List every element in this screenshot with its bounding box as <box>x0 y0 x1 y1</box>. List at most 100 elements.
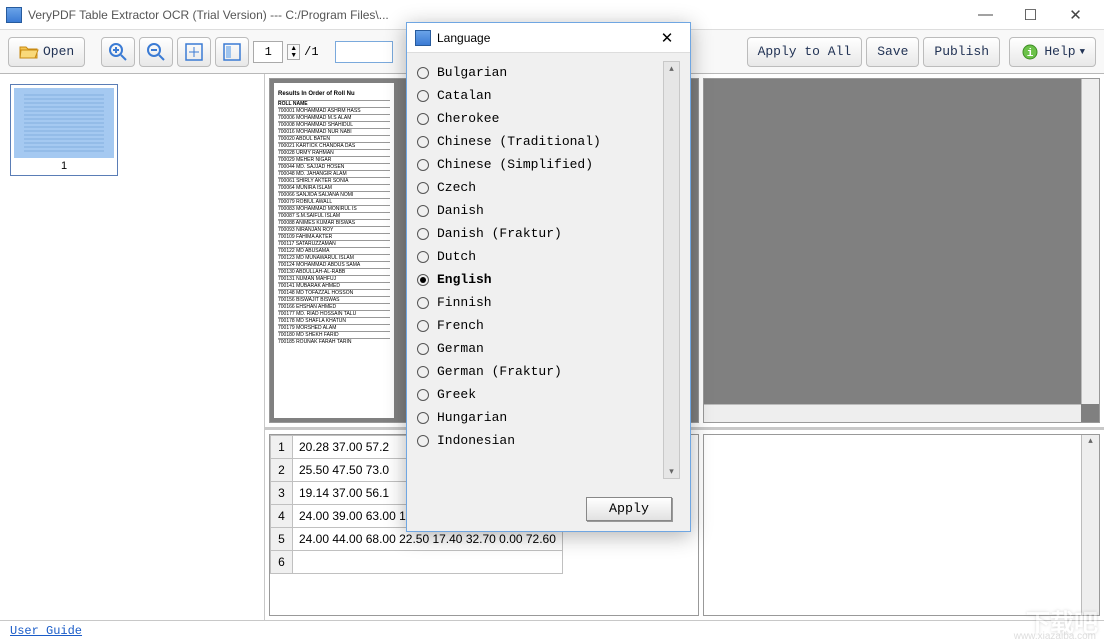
window-title: VeryPDF Table Extractor OCR (Trial Versi… <box>28 8 963 22</box>
language-option[interactable]: English <box>417 268 680 291</box>
grid-vertical-scrollbar[interactable] <box>1081 435 1099 615</box>
save-button[interactable]: Save <box>866 37 919 67</box>
radio-icon <box>417 412 429 424</box>
language-option[interactable]: Finnish <box>417 291 680 314</box>
doc-row: 700016 MOHAMMAD NUR NABI <box>278 128 390 135</box>
zoom-in-button[interactable] <box>101 37 135 67</box>
data-grid-secondary <box>703 434 1100 616</box>
page-thumbnail[interactable]: 1 <box>10 84 118 176</box>
preview-vertical-scrollbar[interactable] <box>1081 79 1099 404</box>
row-header: 1 <box>271 436 293 459</box>
doc-row: 700044 MD. SAJJAD HOSEN <box>278 163 390 170</box>
doc-row: 700066 SANJIDA SAIJANA NOMI <box>278 191 390 198</box>
app-icon <box>6 7 22 23</box>
radio-icon <box>417 297 429 309</box>
radio-icon <box>417 159 429 171</box>
dialog-title: Language <box>437 31 652 45</box>
layout-button[interactable] <box>215 37 249 67</box>
radio-icon <box>417 366 429 378</box>
doc-row: 700117 SATARUZZAMAN <box>278 240 390 247</box>
help-icon: i <box>1020 42 1040 62</box>
value-input[interactable] <box>335 41 393 63</box>
doc-row: 700028 URMY RAHMAN <box>278 149 390 156</box>
doc-header-row: ROLL NAME <box>278 100 390 107</box>
language-option[interactable]: Czech <box>417 176 680 199</box>
language-option[interactable]: Greek <box>417 383 680 406</box>
row-cell[interactable] <box>293 551 563 574</box>
doc-row: 700166 EHSHAN AHMED <box>278 303 390 310</box>
language-label: Danish (Fraktur) <box>437 226 562 241</box>
publish-label: Publish <box>934 44 989 59</box>
folder-open-icon <box>19 42 39 62</box>
document-page: Results In Order of Roll Nu ROLL NAME 70… <box>274 83 394 418</box>
language-option[interactable]: Danish <box>417 199 680 222</box>
language-option[interactable]: Chinese (Traditional) <box>417 130 680 153</box>
page-number-input[interactable] <box>253 41 283 63</box>
open-button[interactable]: Open <box>8 37 85 67</box>
doc-row: 700180 MD SHEKH FARID <box>278 331 390 338</box>
language-label: Greek <box>437 387 476 402</box>
publish-button[interactable]: Publish <box>923 37 1000 67</box>
close-button[interactable]: ✕ <box>1053 1 1098 29</box>
language-option[interactable]: French <box>417 314 680 337</box>
doc-row: 700122 MD ABUSAMA <box>278 247 390 254</box>
language-dialog: Language ✕ BulgarianCatalan Cherokee Chine… <box>406 22 691 532</box>
page-up-spinner[interactable]: ▲ <box>288 45 299 52</box>
dialog-scrollbar[interactable] <box>663 61 680 479</box>
zoom-in-icon <box>108 42 128 62</box>
doc-row: 700006 MOHAMMAD M.S ALAM <box>278 114 390 121</box>
language-label: Indonesian <box>437 433 515 448</box>
doc-row: 700179 MORSHED ALAM <box>278 324 390 331</box>
language-option[interactable]: Cherokee <box>417 107 680 130</box>
help-button[interactable]: i Help ▼ <box>1009 37 1096 67</box>
fit-button[interactable] <box>177 37 211 67</box>
dialog-title-bar[interactable]: Language ✕ <box>407 23 690 53</box>
doc-row: 700124 MOHAMMAD ABDUS SAMA <box>278 261 390 268</box>
language-option[interactable]: German <box>417 337 680 360</box>
doc-row: 700109 FAHIMA AKTER <box>278 233 390 240</box>
apply-all-button[interactable]: Apply to All <box>747 37 863 67</box>
language-option[interactable]: Bulgarian <box>417 61 680 84</box>
user-guide-link[interactable]: User Guide <box>10 624 82 638</box>
language-option[interactable]: Dutch <box>417 245 680 268</box>
radio-icon <box>417 136 429 148</box>
doc-row: 700087 S.M.SAIFUL ISLAM <box>278 212 390 219</box>
zoom-out-button[interactable] <box>139 37 173 67</box>
apply-all-label: Apply to All <box>758 44 852 59</box>
preview-horizontal-scrollbar[interactable] <box>704 404 1081 422</box>
language-option[interactable]: Chinese (Simplified) <box>417 153 680 176</box>
doc-row: 700131 NUMAN MAHFUJ <box>278 275 390 282</box>
radio-icon <box>417 182 429 194</box>
language-label: Cherokee <box>437 111 499 126</box>
preview-panel <box>703 78 1100 423</box>
maximize-button[interactable]: ☐ <box>1008 1 1053 29</box>
page-down-spinner[interactable]: ▼ <box>288 52 299 59</box>
radio-icon <box>417 320 429 332</box>
thumbnail-page-number: 1 <box>14 160 114 172</box>
dialog-close-button[interactable]: ✕ <box>652 29 682 47</box>
doc-row: 700029 MEHER NIGAR <box>278 156 390 163</box>
language-option[interactable]: Danish (Fraktur) <box>417 222 680 245</box>
layout-icon <box>222 42 242 62</box>
language-list: BulgarianCatalan Cherokee Chinese (Traditi… <box>417 61 680 452</box>
language-option[interactable]: German (Fraktur) <box>417 360 680 383</box>
language-option[interactable]: Catalan <box>417 84 680 107</box>
radio-icon <box>417 251 429 263</box>
language-label: Chinese (Simplified) <box>437 157 593 172</box>
doc-row: 700178 MD SHAFLA KHATUN <box>278 317 390 324</box>
minimize-button[interactable]: — <box>963 1 1008 29</box>
language-label: German (Fraktur) <box>437 364 562 379</box>
radio-icon <box>417 274 429 286</box>
language-option[interactable]: Hungarian <box>417 406 680 429</box>
dialog-apply-button[interactable]: Apply <box>586 497 672 521</box>
language-label: French <box>437 318 484 333</box>
language-label: Dutch <box>437 249 476 264</box>
radio-icon <box>417 228 429 240</box>
doc-row: 700020 ABDUL BATEN <box>278 135 390 142</box>
language-label: Chinese (Traditional) <box>437 134 601 149</box>
language-option[interactable]: Indonesian <box>417 429 680 452</box>
table-row[interactable]: 6 <box>271 551 563 574</box>
doc-row: 700148 MD TOFAZZAL HOSSON <box>278 289 390 296</box>
doc-row: 700123 MD MUNAWARUL ISLAM <box>278 254 390 261</box>
thumbnail-image <box>14 88 114 158</box>
